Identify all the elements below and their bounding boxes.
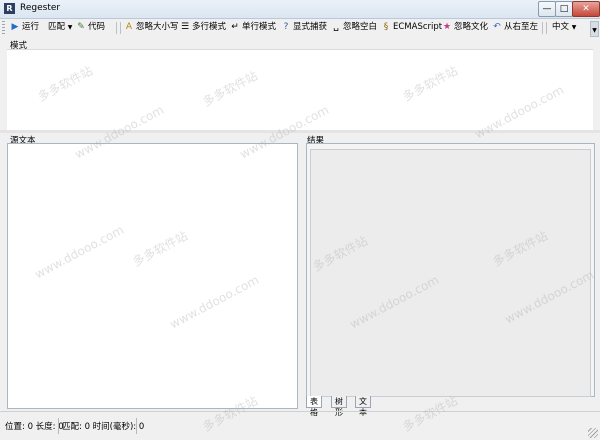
ignore-case-toggle[interactable]: A 忽略大小写	[124, 20, 179, 35]
tab-table[interactable]: 表格	[306, 396, 322, 417]
status-match: 匹配: 0 时间(毫秒): 0	[62, 422, 145, 432]
horizontal-splitter[interactable]	[0, 130, 600, 133]
result-grid[interactable]	[310, 149, 591, 397]
toolbar-separator	[120, 22, 121, 34]
toolbar-separator	[546, 22, 547, 34]
status-bar: 位置: 0 长度: 0 匹配: 0 时间(毫秒): 0	[0, 411, 600, 440]
status-separator	[58, 418, 59, 434]
chevron-down-icon: ▼	[571, 24, 577, 31]
toolbar-separator	[542, 22, 543, 34]
status-position: 位置: 0 长度: 0	[5, 422, 64, 432]
toolbar-grip[interactable]	[2, 21, 5, 35]
wrap-icon: ↵	[231, 22, 239, 32]
multiline-toggle[interactable]: ☰ 多行模式	[180, 20, 226, 35]
script-icon: §	[383, 22, 389, 32]
case-icon: A	[125, 22, 133, 32]
pattern-input[interactable]	[7, 49, 593, 130]
right-to-left-toggle[interactable]: ↶ 从右至左	[492, 20, 538, 35]
tab-tree[interactable]: 树形	[331, 396, 347, 417]
toolbar: ▶ 运行 匹配 ▼ ✎ 代码 A 忽略大小写 ☰ 多行模式 ↵ 单行模式 ? 显式捕获 ␣ 忽…	[0, 19, 600, 37]
ecmascript-toggle[interactable]: § ECMAScript	[381, 20, 442, 35]
minimize-button[interactable]: —	[538, 1, 556, 17]
toolbar-separator	[116, 22, 117, 34]
code-button[interactable]: ✎ 代码	[76, 20, 105, 35]
match-dropdown-button[interactable]: 匹配 ▼	[48, 20, 72, 35]
toolbar-overflow-button[interactable]: ▼	[590, 21, 599, 37]
explicit-capture-toggle[interactable]: ? 显式捕获	[281, 20, 327, 35]
rotate-left-icon: ↶	[493, 22, 501, 32]
code-icon: ✎	[77, 22, 85, 32]
ignore-whitespace-toggle[interactable]: ␣ 忽略空白	[331, 20, 377, 35]
tab-text[interactable]: 文本	[355, 396, 371, 417]
source-text-input[interactable]	[7, 143, 298, 409]
chevron-down-icon: ▼	[67, 24, 73, 31]
ignore-culture-toggle[interactable]: ★ 忽略文化	[442, 20, 488, 35]
title-bar: R Regester — □ ✕	[0, 0, 600, 19]
close-button[interactable]: ✕	[572, 1, 600, 17]
resize-grip[interactable]	[588, 428, 598, 438]
list-icon: ☰	[180, 22, 190, 32]
maximize-button[interactable]: □	[555, 1, 573, 17]
language-dropdown[interactable]: 中文 ▼	[552, 20, 576, 35]
play-icon: ▶	[11, 22, 19, 32]
window-title: Regester	[20, 3, 61, 13]
app-icon: R	[4, 3, 15, 14]
star-icon: ★	[442, 22, 452, 32]
singleline-toggle[interactable]: ↵ 单行模式	[230, 20, 276, 35]
run-button[interactable]: ▶ 运行	[10, 20, 39, 35]
status-separator	[136, 418, 137, 434]
whitespace-icon: ␣	[333, 22, 339, 32]
question-icon: ?	[283, 22, 289, 32]
